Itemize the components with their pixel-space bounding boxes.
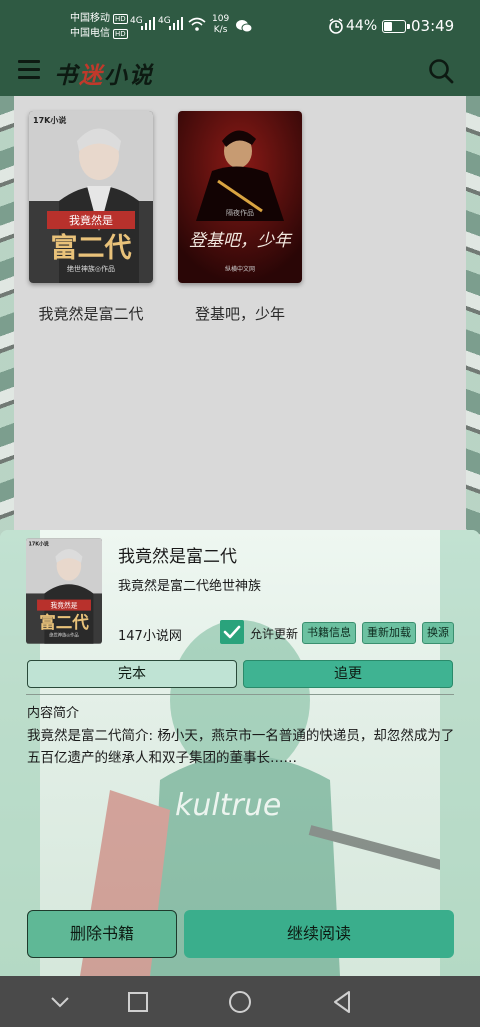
net-speed-unit: K/s [213,25,228,35]
hd-badge: HD [113,14,128,24]
sheet-book-title: 我竟然是富二代 [118,547,237,567]
status-completed-button[interactable]: 完本 [27,660,237,688]
home-icon[interactable] [227,989,253,1015]
system-nav-bar [0,976,480,1027]
sheet-book-author: 我竟然是富二代绝世神族 [118,579,262,594]
cover-author: 绝世神族◎作品 [67,264,115,273]
cover-badge: 我竟然是 [69,213,113,227]
book-cover[interactable]: 隔夜作品 登基吧，少年 纵横中文网 [178,111,302,283]
search-icon[interactable] [428,58,454,84]
book-title[interactable]: 我竟然是富二代 [29,303,153,324]
net-speed: 109 K/s [212,14,229,36]
hd-badge: HD [113,29,128,39]
carrier-1-name: 中国移动 [70,13,110,24]
app-logo: 书迷小说 [54,56,154,90]
carrier-2-name: 中国电信 [70,28,110,39]
logo-part-3: 小说 [104,62,154,89]
sheet-art-text: kultrue [175,788,281,823]
book-title[interactable]: 登基吧，少年 [178,303,302,324]
cover-author: 隔夜作品 [226,208,254,217]
wechat-icon [236,20,252,33]
cover-publisher-logo: 17K小说 [33,115,66,125]
carrier-1: 中国移动 HD [70,12,128,25]
cover-big-title: 富二代 [51,232,132,264]
divider [26,694,454,695]
wifi-icon [188,17,206,31]
logo-part-2: 迷 [79,62,104,89]
book-cover[interactable]: 我竟然是 富二代 绝世神族◎作品 17K小说 [29,111,153,283]
signal-2-icon [169,17,183,30]
sheet-cover-big-title: 富二代 [39,612,89,632]
logo-part-1: 书 [54,62,79,89]
back-icon[interactable] [329,989,355,1015]
app-bar: 书迷小说 [0,44,480,96]
net-speed-value: 109 [212,14,230,24]
status-bar: 中国移动 HD 中国电信 HD 4G 4G 109 K/s 44% 03:49 [0,0,480,44]
sheet-cover-badge: 我竟然是 [51,601,78,610]
book-card[interactable]: 我竟然是 富二代 绝世神族◎作品 17K小说 我竟然是富二代 [29,111,153,324]
alarm-icon [329,18,343,34]
cover-big-title: 登基吧，少年 [189,231,293,251]
book-card[interactable]: 隔夜作品 登基吧，少年 纵横中文网 登基吧，少年 [178,111,302,324]
intro-text: 我竟然是富二代简介: 杨小天，燕京市一名普通的快递员，却忽然成为了五百亿遗产的继… [27,728,455,766]
book-detail-sheet: kultrue 我竟然是 富二代 绝世神族◎作品 17K小说 我竟然是富二代 我… [0,530,480,976]
carrier-2: 中国电信 HD [70,27,128,40]
sheet-book-cover: 我竟然是 富二代 绝世神族◎作品 17K小说 [26,538,102,644]
menu-icon[interactable] [18,60,40,80]
recent-apps-icon[interactable] [125,989,151,1015]
delete-book-button[interactable]: 删除书籍 [27,910,177,958]
battery-icon [382,20,410,33]
intro-label: 内容简介 [27,706,80,721]
cover-publisher-logo: 纵横中文网 [225,265,255,273]
allow-update-checkbox[interactable] [220,620,244,644]
book-info-button[interactable]: 书籍信息 [302,622,356,644]
clock: 03:49 [411,17,455,35]
sheet-cover-publisher-logo: 17K小说 [28,541,48,548]
sheet-book-source: 147小说网 [118,629,182,644]
battery-percentage: 44% [346,18,378,34]
chevron-down-icon[interactable] [47,989,73,1015]
status-following-button[interactable]: 追更 [243,660,453,688]
allow-update-label[interactable]: 允许更新 [250,625,298,642]
continue-reading-button[interactable]: 继续阅读 [184,910,454,958]
change-source-button[interactable]: 换源 [422,622,454,644]
checkmark-icon [223,625,241,639]
signal-1-icon [141,17,155,30]
reload-button[interactable]: 重新加载 [362,622,416,644]
